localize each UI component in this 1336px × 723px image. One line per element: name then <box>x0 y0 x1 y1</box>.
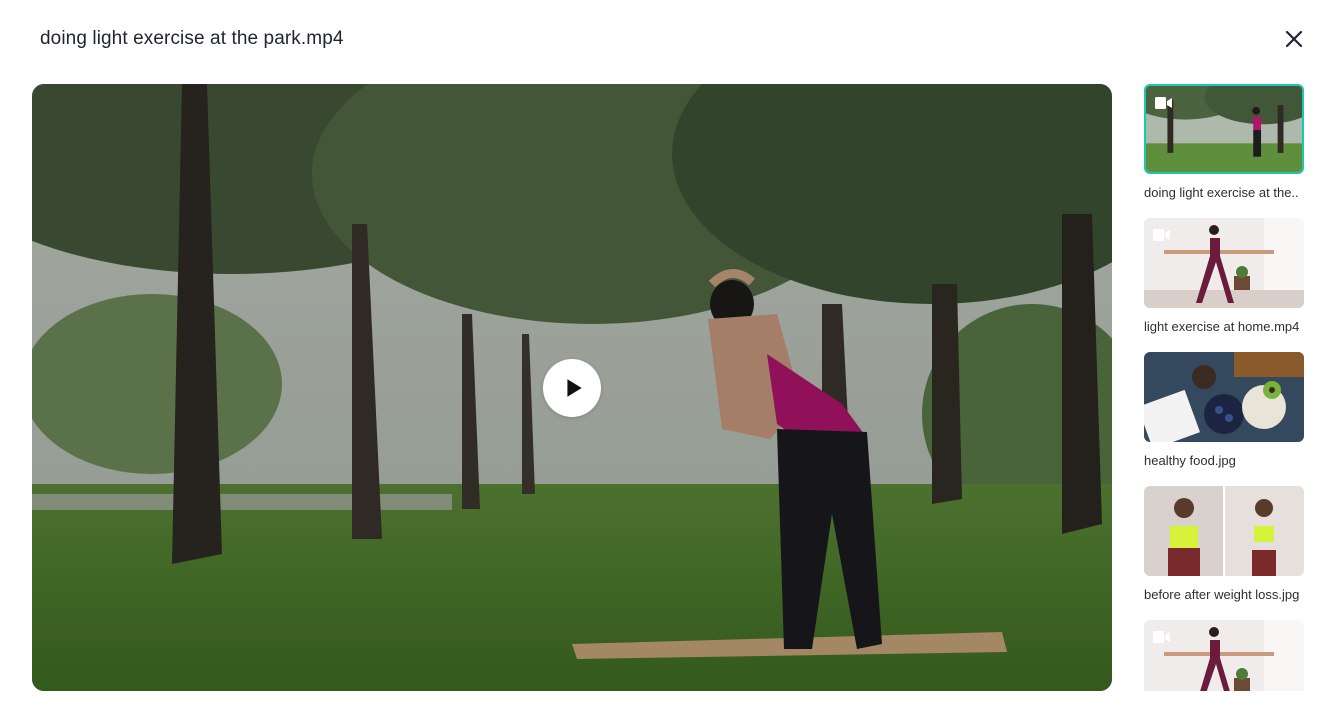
thumbnail[interactable] <box>1144 218 1304 308</box>
thumbnail[interactable] <box>1144 620 1304 691</box>
gallery-item-park-video[interactable]: doing light exercise at the.. <box>1144 84 1336 200</box>
thumbnail-label: light exercise at home.mp4 <box>1144 319 1300 334</box>
play-button[interactable] <box>543 359 601 417</box>
video-camera-icon <box>1153 631 1170 643</box>
video-player[interactable] <box>32 84 1112 691</box>
thumbnail[interactable] <box>1144 486 1304 576</box>
thumbnail-label: healthy food.jpg <box>1144 453 1236 468</box>
close-button[interactable] <box>1282 27 1306 51</box>
viewer-title: doing light exercise at the park.mp4 <box>40 28 344 49</box>
play-icon <box>566 379 582 397</box>
gallery-item-healthy-food[interactable]: healthy food.jpg <box>1144 352 1336 468</box>
thumbnail[interactable] <box>1144 84 1304 174</box>
gallery-item-home-video[interactable]: light exercise at home.mp4 <box>1144 218 1336 334</box>
close-icon <box>1285 30 1303 48</box>
thumbnail-label: doing light exercise at the.. <box>1144 185 1299 200</box>
thumbnail-label: before after weight loss.jpg <box>1144 587 1300 602</box>
media-gallery-sidebar[interactable]: doing light exercise at the.. light exer… <box>1144 84 1336 691</box>
thumbnail-image <box>1144 486 1304 576</box>
gallery-item-before-after[interactable]: before after weight loss.jpg <box>1144 486 1336 602</box>
gallery-item-home-video-2[interactable] <box>1144 620 1336 691</box>
thumbnail-image <box>1144 352 1304 442</box>
video-camera-icon <box>1153 229 1170 241</box>
video-camera-icon <box>1155 97 1172 109</box>
thumbnail[interactable] <box>1144 352 1304 442</box>
